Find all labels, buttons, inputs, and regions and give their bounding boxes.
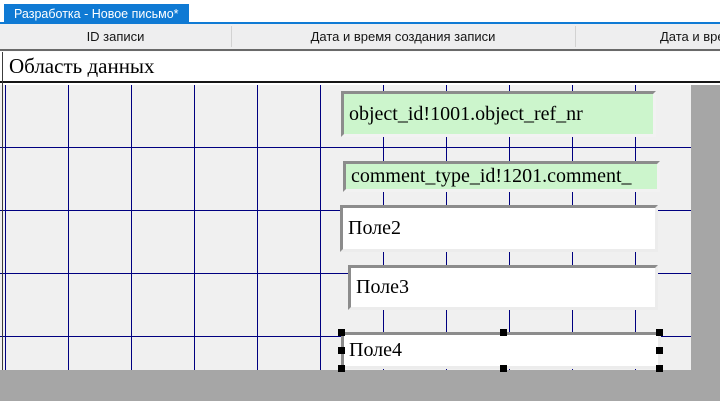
- outside-page-bottom: [0, 370, 720, 401]
- field-pole2[interactable]: Поле2: [340, 205, 658, 252]
- field-pole3[interactable]: Поле3: [348, 265, 658, 310]
- tab-strip: Разработка - Новое письмо*: [0, 0, 720, 24]
- band-header-data-area[interactable]: Область данных: [0, 52, 720, 83]
- dataset-header-row: ID записи Дата и время создания записи Д…: [0, 24, 720, 49]
- selection-handle-bottom-left[interactable]: [338, 365, 345, 372]
- field-pole4-selected[interactable]: Поле4: [341, 332, 661, 369]
- column-header-created[interactable]: Дата и время создания записи: [231, 24, 575, 49]
- selection-handle-top-middle[interactable]: [500, 329, 507, 336]
- page-left-border: [2, 52, 3, 370]
- selection-handle-top-left[interactable]: [338, 329, 345, 336]
- field-comment-type[interactable]: comment_type_id!1201.comment_: [343, 161, 660, 192]
- selection-handle-middle-left[interactable]: [338, 347, 345, 354]
- field-object-ref-nr[interactable]: object_id!1001.object_ref_nr: [341, 91, 656, 137]
- tab-title: Разработка - Новое письмо*: [14, 7, 179, 21]
- selection-handle-bottom-middle[interactable]: [500, 365, 507, 372]
- band-title: Область данных: [9, 54, 155, 79]
- column-header-modified[interactable]: Дата и вре: [575, 24, 720, 49]
- selection-handle-bottom-right[interactable]: [656, 365, 663, 372]
- tab-designer[interactable]: Разработка - Новое письмо*: [4, 4, 189, 23]
- selection-handle-top-right[interactable]: [656, 329, 663, 336]
- outside-page-right: [691, 85, 720, 370]
- column-header-record-id[interactable]: ID записи: [0, 24, 231, 49]
- selection-handle-middle-right[interactable]: [656, 347, 663, 354]
